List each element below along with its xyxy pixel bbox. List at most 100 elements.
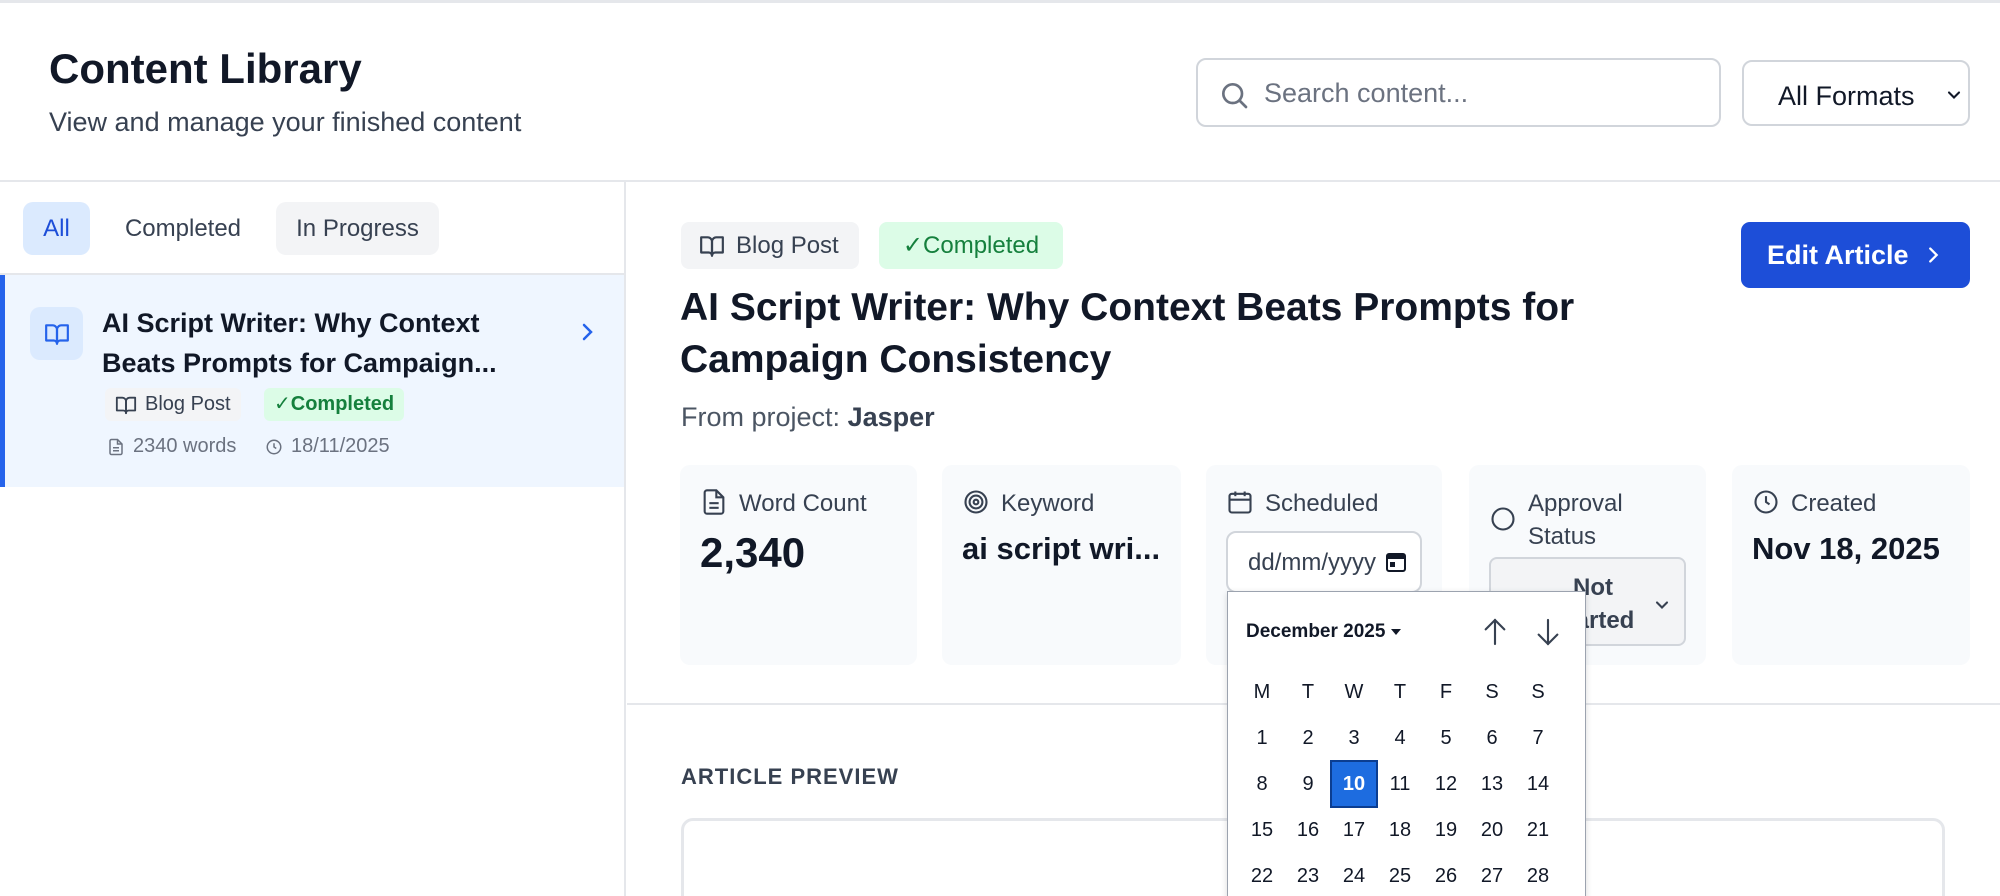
keyword-value: ai script wri... [962, 531, 1161, 566]
date-cell[interactable]: 14 [1516, 762, 1560, 806]
search-icon [1222, 83, 1248, 109]
item-word-count-text: 2340 words [133, 435, 237, 457]
caret-down-icon [1391, 628, 1402, 635]
file-text-icon [109, 438, 123, 456]
date-cell[interactable]: 6 [1470, 716, 1514, 760]
date-cell[interactable]: 13 [1470, 762, 1514, 806]
date-cell[interactable]: 28 [1516, 854, 1560, 896]
date-cell[interactable]: 4 [1378, 716, 1422, 760]
date-cell[interactable]: 23 [1286, 854, 1330, 896]
target-icon [964, 490, 988, 514]
keyword-label: Keyword [1001, 490, 1095, 517]
word-count-value: 2,340 [700, 529, 806, 576]
weekday-header: S [1531, 681, 1545, 703]
date-cell[interactable]: 9 [1286, 762, 1330, 806]
weekday-header: W [1344, 681, 1364, 703]
project-name: Jasper [847, 402, 935, 432]
weekday-header: T [1393, 681, 1407, 703]
next-month-arrow-down-icon[interactable] [1532, 616, 1564, 648]
date-cell[interactable]: 16 [1286, 808, 1330, 852]
created-label: Created [1791, 490, 1877, 517]
format-filter-select[interactable]: All Formats [1742, 60, 1970, 126]
chevron-right-icon [1929, 247, 1939, 263]
book-open-icon [45, 324, 69, 345]
chevron-right-icon [582, 323, 593, 341]
filter-tab-all[interactable]: All [23, 202, 90, 255]
item-type-icon-box [30, 307, 83, 360]
type-badge-label: Blog Post [736, 232, 839, 259]
word-count-card: Word Count 2,340 [680, 465, 917, 665]
date-cell[interactable]: 18 [1378, 808, 1422, 852]
date-cell[interactable]: 3 [1332, 716, 1376, 760]
book-open-icon [700, 236, 724, 257]
filter-tab-completed[interactable]: Completed [104, 202, 262, 255]
circle-icon [1491, 507, 1515, 531]
item-date-text: 18/11/2025 [291, 435, 390, 457]
book-open-icon [115, 396, 137, 415]
article-preview-heading: ARTICLE PREVIEW [681, 764, 899, 789]
date-cell[interactable]: 7 [1516, 716, 1560, 760]
chevron-down-icon [1655, 601, 1669, 609]
edit-article-label: Edit Article [1767, 240, 1909, 270]
weekday-header: F [1439, 681, 1453, 703]
date-cell[interactable]: 17 [1332, 808, 1376, 852]
date-picker-popup: December 2025 M T W T F S S 1 2 3 4 5 6 7 8 9 10 11 12 13 14… [1227, 591, 1586, 896]
date-cell[interactable]: 22 [1240, 854, 1284, 896]
weekday-header: M [1253, 681, 1271, 703]
from-project-label: From project: [681, 402, 841, 432]
created-card: Created Nov 18, 2025 [1732, 465, 1970, 665]
scheduled-date-input[interactable]: dd/mm/yyyy [1226, 531, 1422, 593]
date-cell[interactable]: 20 [1470, 808, 1514, 852]
date-cell[interactable]: 2 [1286, 716, 1330, 760]
clock-icon [1754, 490, 1778, 514]
date-cell[interactable]: 19 [1424, 808, 1468, 852]
date-cell[interactable]: 27 [1470, 854, 1514, 896]
scheduled-date-placeholder: dd/mm/yyyy [1248, 549, 1377, 576]
date-cell[interactable]: 15 [1240, 808, 1284, 852]
date-cell[interactable]: 1 [1240, 716, 1284, 760]
date-cell[interactable]: 24 [1332, 854, 1376, 896]
item-type-label: Blog Post [145, 393, 231, 415]
date-cell[interactable]: 25 [1378, 854, 1422, 896]
date-cell[interactable]: 12 [1424, 762, 1468, 806]
type-badge: Blog Post [681, 222, 859, 269]
date-cell[interactable]: 11 [1378, 762, 1422, 806]
format-filter-value: All Formats [1778, 81, 1915, 111]
word-count-label: Word Count [739, 490, 867, 517]
search-input[interactable] [1264, 70, 1704, 116]
page-subtitle: View and manage your finished content [49, 107, 522, 137]
file-text-icon [703, 489, 725, 515]
item-type-badge: Blog Post [105, 388, 241, 421]
date-cell-selected[interactable]: 10 [1330, 760, 1378, 808]
content-list-item[interactable]: AI Script Writer: Why Context Beats Prom… [0, 275, 624, 487]
edit-article-button[interactable]: Edit Article [1741, 222, 1970, 288]
previous-month-arrow-up-icon[interactable] [1479, 616, 1511, 648]
approval-status-label: Approval Status [1528, 490, 1623, 550]
chevron-down-icon [1947, 91, 1961, 99]
page-title: Content Library [49, 45, 362, 92]
date-cell[interactable]: 21 [1516, 808, 1560, 852]
filter-tabs: All Completed In Progress [0, 182, 624, 275]
date-picker-month: December 2025 [1246, 621, 1386, 642]
calendar-icon [1228, 491, 1252, 514]
from-project: From project: Jasper [681, 402, 935, 433]
status-badge: ✓Completed [879, 222, 1063, 269]
weekday-header: S [1485, 681, 1499, 703]
content-sidebar: All Completed In Progress AI Script Writ… [0, 182, 626, 896]
page-header: Content Library View and manage your fin… [0, 3, 2000, 182]
date-picker-month-select[interactable]: December 2025 [1246, 621, 1402, 643]
filter-tab-in-progress[interactable]: In Progress [276, 202, 439, 255]
calendar-picker-icon[interactable] [1384, 550, 1408, 574]
created-value: Nov 18, 2025 [1752, 531, 1940, 566]
date-cell[interactable]: 5 [1424, 716, 1468, 760]
keyword-card: Keyword ai script wri... [942, 465, 1181, 665]
date-cell[interactable]: 8 [1240, 762, 1284, 806]
scheduled-label: Scheduled [1265, 490, 1379, 517]
item-title: AI Script Writer: Why Context Beats Prom… [102, 308, 497, 378]
weekday-header: T [1301, 681, 1315, 703]
article-title: AI Script Writer: Why Context Beats Prom… [680, 286, 1575, 381]
date-cell[interactable]: 26 [1424, 854, 1468, 896]
clock-icon [266, 439, 282, 455]
item-status-badge: ✓Completed [264, 388, 405, 421]
search-box[interactable] [1196, 58, 1721, 127]
